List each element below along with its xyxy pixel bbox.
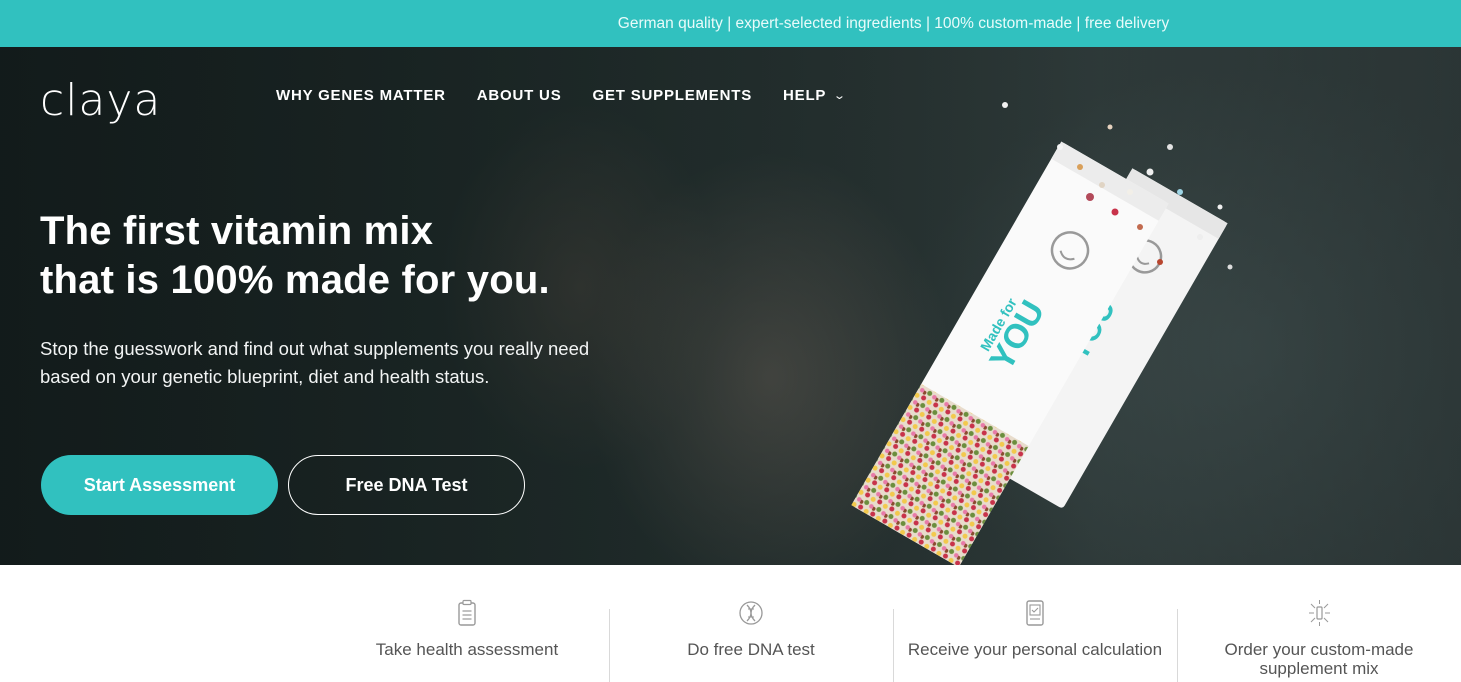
step-order-mix: Order your custom-made supplement mix [1177,565,1461,682]
hero-section: claya WHY GENES MATTER ABOUT US GET SUPP… [0,47,1461,565]
hero-subtext: Stop the guesswork and find out what sup… [40,335,680,391]
sparkle-pack-icon [1309,600,1330,626]
hero-headline: The first vitamin mix that is 100% made … [40,207,550,305]
headline-line-2: that is 100% made for you. [40,258,550,302]
clipboard-icon [458,599,476,626]
headline-line-1: The first vitamin mix [40,209,434,253]
step-label: Take health assessment [375,640,559,659]
nav-why-genes-matter[interactable]: WHY GENES MATTER [276,87,446,104]
how-it-works-steps: Take health assessment Do free DNA test … [325,565,1461,682]
step-health-assessment: Take health assessment [325,565,609,682]
nav-get-supplements[interactable]: GET SUPPLEMENTS [593,87,753,104]
claya-logo[interactable]: claya [40,75,161,126]
step-label: Order your custom-made supplement mix [1224,640,1414,678]
step-personal-calculation: Receive your personal calculation [893,565,1177,682]
nav-about-us[interactable]: ABOUT US [477,87,562,104]
announcement-text: German quality | expert-selected ingredi… [617,14,1170,32]
report-icon [1026,600,1044,626]
start-assessment-button[interactable]: Start Assessment [41,455,278,515]
subtext-line-1: Stop the guesswork and find out what sup… [40,338,590,359]
free-dna-test-button[interactable]: Free DNA Test [288,455,525,515]
dna-icon [739,601,763,625]
announcement-bar: German quality | expert-selected ingredi… [0,0,1461,47]
step-dna-test: Do free DNA test [609,565,893,682]
supplement-packs-image: YOU Made for YOU [851,102,1233,565]
subtext-line-2: based on your genetic blueprint, diet an… [40,366,490,387]
step-label: Do free DNA test [687,640,815,659]
step-label: Receive your personal calculation [907,640,1163,659]
